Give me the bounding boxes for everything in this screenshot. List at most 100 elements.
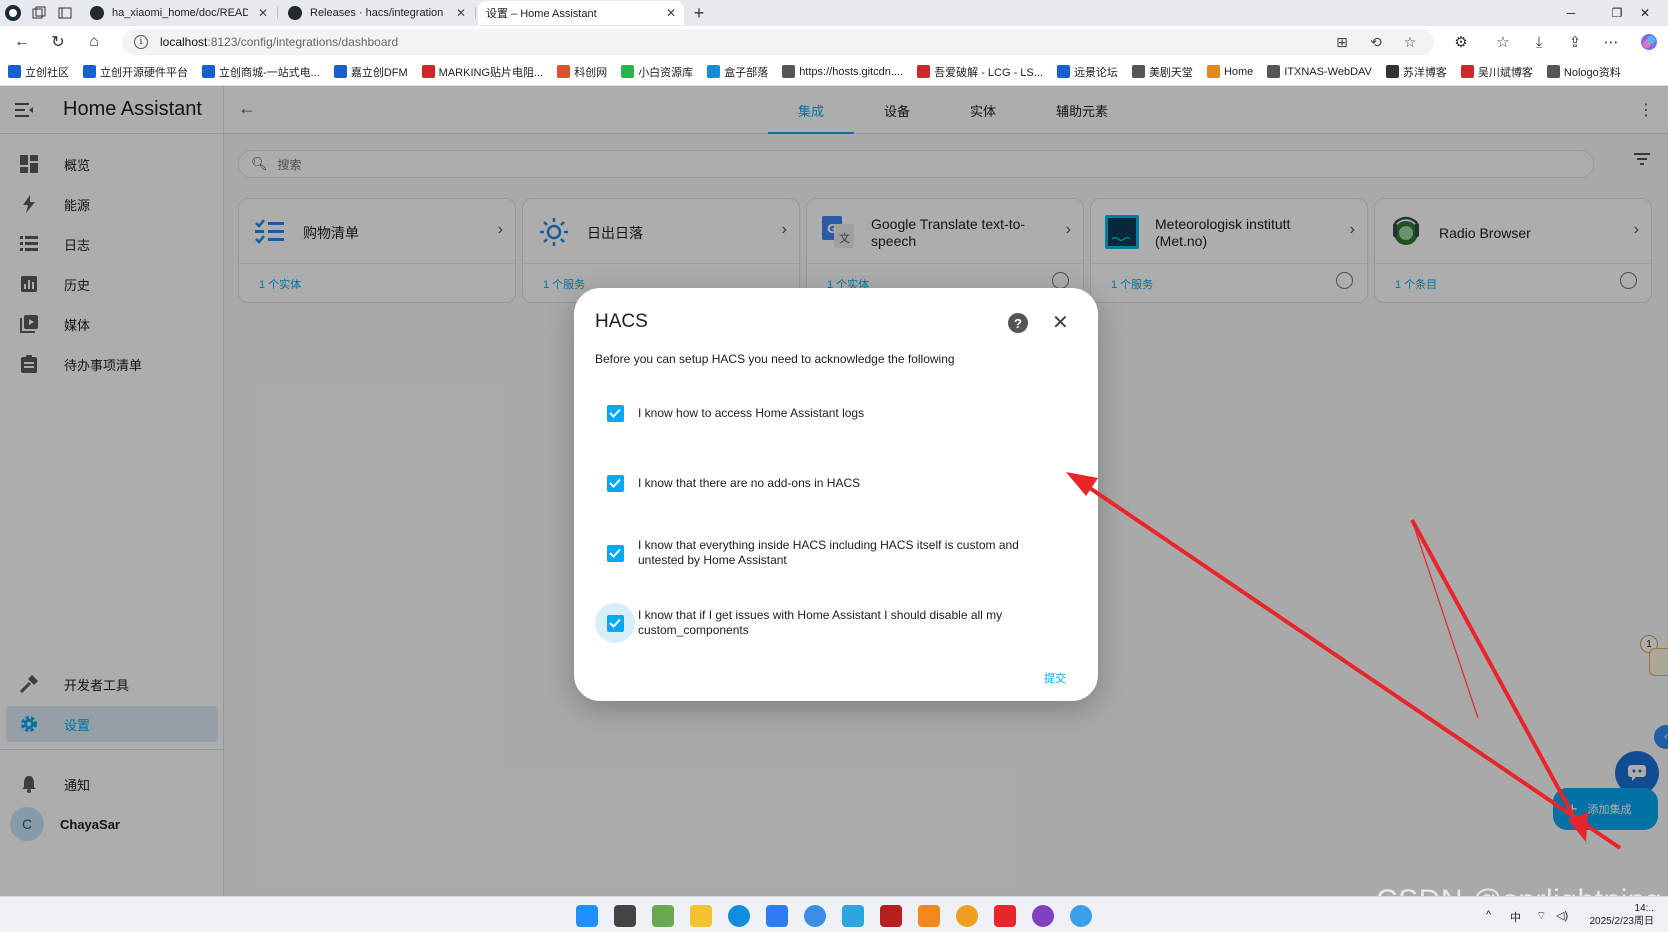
bookmark-favicon-icon (917, 65, 931, 78)
favorites-icon[interactable]: ☆ (1486, 26, 1520, 58)
bookmark-item[interactable]: 远景论坛 (1056, 64, 1118, 80)
refresh-icon[interactable]: ↻ (40, 26, 76, 58)
app-icon[interactable] (766, 905, 788, 927)
browser-profile-icon[interactable] (0, 1, 26, 25)
bookmark-item[interactable]: ITXNAS-WebDAV (1267, 65, 1372, 78)
back-arrow-icon[interactable]: ← (4, 26, 40, 58)
bookmark-favicon-icon (707, 65, 721, 78)
checkbox-checked[interactable] (606, 404, 624, 422)
favorite-star-icon[interactable]: ☆ (1396, 29, 1424, 55)
close-icon[interactable]: ✕ (1052, 310, 1069, 335)
home-icon[interactable]: ⌂ (76, 26, 112, 58)
checkbox-label: I know how to access Home Assistant logs (638, 405, 865, 420)
app-icon[interactable] (652, 905, 674, 927)
app-available-icon[interactable]: ⊞ (1328, 29, 1356, 55)
acknowledge-row[interactable]: I know how to access Home Assistant logs (595, 393, 1065, 433)
acknowledge-row[interactable]: I know that there are no add-ons in HACS (595, 463, 1065, 503)
app-icon[interactable] (880, 905, 902, 927)
clock-time: 14:.. (1634, 903, 1654, 914)
bookmark-favicon-icon (1267, 65, 1281, 78)
app-icon[interactable] (842, 905, 864, 927)
edge-icon[interactable] (728, 905, 750, 927)
share-icon[interactable]: ⇪ (1558, 26, 1592, 58)
close-tab-icon[interactable]: ✕ (446, 6, 466, 20)
bookmark-favicon-icon (1460, 65, 1474, 78)
bookmark-item[interactable]: 科创网 (557, 64, 607, 80)
bookmark-item[interactable]: 吾爱破解 - LCG - LS... (917, 64, 1043, 80)
browser-tab[interactable]: ha_xiaomi_home/doc/README_zh ✕ (82, 1, 276, 25)
bookmark-label: ITXNAS-WebDAV (1284, 65, 1372, 78)
bookmark-label: 苏洋博客 (1402, 66, 1447, 79)
bookmark-item[interactable]: 苏洋博客 (1385, 64, 1447, 80)
tab-actions-icon[interactable] (52, 1, 78, 25)
url-host: localhost (160, 35, 208, 49)
bookmark-label: 美剧天堂 (1148, 66, 1193, 79)
more-menu-icon[interactable]: ⋯ (1594, 26, 1628, 58)
file-explorer-icon[interactable] (690, 905, 712, 927)
site-info-icon[interactable]: i (134, 35, 148, 49)
close-tab-icon[interactable]: ✕ (656, 6, 676, 20)
search-app-icon[interactable] (956, 905, 978, 927)
bookmark-favicon-icon (1056, 65, 1070, 78)
checkbox-label: I know that if I get issues with Home As… (638, 608, 1003, 637)
tray-chevron-icon[interactable]: ^ (1486, 909, 1491, 921)
acknowledge-row[interactable]: I know that if I get issues with Home As… (595, 603, 1065, 643)
copilot-icon[interactable] (1632, 26, 1666, 58)
windows-taskbar: ^ 中 ⌔ ◁) 14:.. 2025/2/23周日 (0, 896, 1668, 932)
ime-indicator[interactable]: 中 (1510, 909, 1521, 925)
app-icon[interactable] (1032, 905, 1054, 927)
dialog-title: HACS (595, 311, 648, 332)
bookmark-item[interactable]: 美剧天堂 (1131, 64, 1193, 80)
bookmark-item[interactable]: MARKING贴片电阻... (421, 64, 544, 80)
new-tab-button[interactable]: + (684, 1, 714, 25)
checkbox-checked[interactable] (606, 614, 624, 632)
bookmark-label: 小白资源库 (638, 66, 694, 79)
bookmark-item[interactable]: 盒子部落 (707, 64, 768, 80)
clock[interactable]: 14:.. 2025/2/23周日 (1590, 902, 1655, 928)
bookmark-item[interactable]: Home (1206, 65, 1253, 78)
bookmark-item[interactable]: 小白资源库 (621, 64, 693, 80)
bookmark-item[interactable]: 吴川斌博客 (1460, 64, 1533, 80)
browser-tab-active[interactable]: 设置 – Home Assistant ✕ (475, 1, 684, 101)
bookmark-favicon-icon (8, 65, 21, 78)
bookmark-item[interactable]: Nologo资料 (1546, 64, 1621, 80)
url-input[interactable]: i localhost:8123/config/integrations/das… (122, 29, 1434, 55)
bookmark-favicon-icon (1206, 65, 1220, 78)
browser-tab[interactable]: Releases · hacs/integration ✕ (277, 1, 474, 25)
hacs-dialog: HACS ? ✕ Before you can setup HACS you n… (574, 288, 1098, 701)
checkbox-checked[interactable] (606, 474, 624, 492)
checkbox-checked[interactable] (606, 544, 624, 562)
acknowledge-row[interactable]: I know that everything inside HACS inclu… (595, 533, 1065, 573)
bookmark-item[interactable]: 立创开源硬件平台 (83, 64, 188, 80)
submit-button[interactable]: 提交 (1044, 670, 1066, 686)
bookmark-favicon-icon (621, 65, 635, 78)
bookmark-label: https://hosts.gitcdn.... (799, 65, 904, 78)
bookmark-label: MARKING贴片电阻... (438, 66, 544, 79)
bookmark-item[interactable]: 嘉立创DFM (333, 64, 408, 80)
minimize-icon[interactable]: ─ (1548, 0, 1594, 26)
bookmark-item[interactable]: 立创商城-一站式电... (202, 64, 320, 80)
window-close-icon[interactable]: ✕ (1622, 0, 1668, 26)
bookmark-item[interactable]: 立创社区 (8, 64, 69, 80)
downloads-icon[interactable]: ⤓ (1522, 26, 1556, 58)
wifi-icon[interactable]: ⌔ (1536, 909, 1546, 923)
help-icon[interactable]: ? (1008, 313, 1028, 333)
bookmark-favicon-icon (333, 65, 347, 78)
bookmark-favicon-icon (1546, 65, 1560, 78)
qbittorrent-icon[interactable] (804, 905, 826, 927)
workspaces-icon[interactable] (26, 1, 52, 25)
close-tab-icon[interactable]: ✕ (248, 6, 268, 20)
bookmark-item[interactable]: https://hosts.gitcdn.... (782, 65, 903, 78)
wps-icon[interactable] (994, 905, 1016, 927)
bookmark-label: 吴川斌博客 (1477, 66, 1533, 79)
checkbox-label: I know that everything inside HACS inclu… (638, 538, 1019, 567)
bookmark-favicon-icon (557, 65, 571, 78)
dialog-description: Before you can setup HACS you need to ac… (595, 352, 955, 366)
task-view-icon[interactable] (614, 905, 636, 927)
app-icon[interactable] (1070, 905, 1092, 927)
extensions-icon[interactable]: ⚙ (1444, 26, 1478, 58)
volume-icon[interactable]: ◁) (1556, 909, 1568, 922)
read-aloud-icon[interactable]: ⟲ (1362, 29, 1390, 55)
app-icon[interactable] (918, 905, 940, 927)
start-menu-icon[interactable] (576, 905, 598, 927)
